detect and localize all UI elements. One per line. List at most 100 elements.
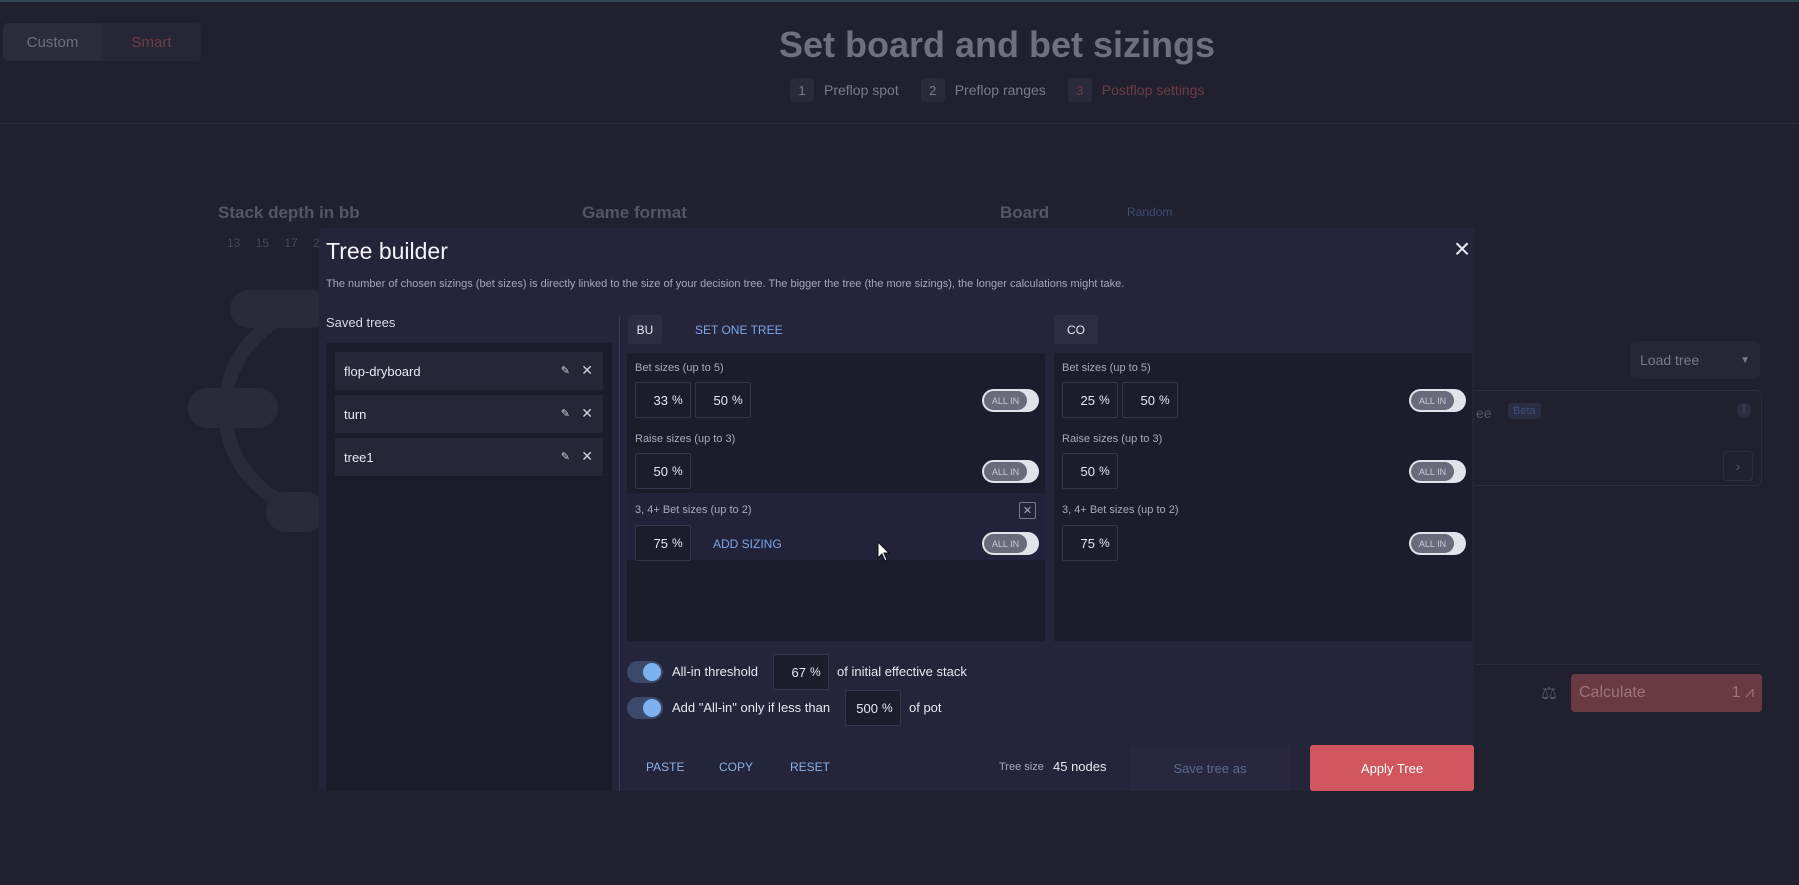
percent-sign: % [1099, 536, 1110, 550]
saved-tree-item[interactable]: flop-dryboard ✎ ✕ [335, 352, 603, 390]
saved-tree-name: turn [344, 406, 367, 422]
board-label: Board [1000, 203, 1050, 222]
saved-tree-item[interactable]: tree1 ✎ ✕ [335, 438, 603, 476]
tree-card: ee Beta i › [1470, 390, 1762, 486]
allin-toggle[interactable]: ALL IN [1409, 460, 1466, 483]
info-icon[interactable]: i [1737, 403, 1751, 417]
bu-sizing-column: Bet sizes (up to 5) 33% 50% ALL IN Raise… [627, 353, 1045, 641]
remove-sizing-icon[interactable]: ✕ [1019, 502, 1036, 519]
allin-toggle[interactable]: ALL IN [982, 389, 1039, 412]
allin-threshold-value: 67 [791, 664, 806, 680]
switch-knob [643, 699, 661, 717]
step-number: 2 [920, 78, 945, 102]
calculator-icon: ⚖ [1541, 683, 1558, 703]
apply-tree-button[interactable]: Apply Tree [1310, 745, 1474, 791]
paste-button[interactable]: PASTE [646, 760, 684, 774]
delete-icon[interactable]: ✕ [581, 362, 593, 379]
stack-depth-label: Stack depth in bb [218, 203, 360, 222]
raise-size-input[interactable]: 50% [635, 453, 691, 489]
edit-pencil-icon[interactable]: ✎ [561, 450, 570, 463]
three-bet-size-value: 75 [653, 535, 668, 551]
three-bet-size-input[interactable]: 75% [1062, 525, 1118, 561]
allin-toggle-label: ALL IN [1411, 534, 1454, 553]
load-tree-label: Load tree [1640, 352, 1700, 368]
bet-size-input[interactable]: 50% [695, 382, 751, 418]
saved-tree-name: tree1 [344, 449, 374, 465]
save-tree-as-button[interactable]: Save tree as [1129, 745, 1291, 791]
panel-divider [619, 316, 620, 791]
saved-tree-item[interactable]: turn ✎ ✕ [335, 395, 603, 433]
random-board-link[interactable]: Random [1127, 205, 1172, 219]
allin-toggle[interactable]: ALL IN [1409, 389, 1466, 412]
bet-size-input[interactable]: 25% [1062, 382, 1118, 418]
allin-toggle-label: ALL IN [984, 462, 1027, 481]
add-sizing-link[interactable]: ADD SIZING [713, 537, 782, 551]
bet-size-input[interactable]: 33% [635, 382, 691, 418]
delete-icon[interactable]: ✕ [581, 448, 593, 465]
calculate-button[interactable]: Calculate 1 ⩘ [1571, 674, 1762, 712]
page-title: Set board and bet sizings [778, 24, 1216, 65]
saved-trees-heading: Saved trees [326, 315, 396, 330]
copy-button[interactable]: COPY [719, 760, 753, 774]
step-label: Preflop ranges [954, 82, 1046, 98]
calculate-label: Calculate [1579, 684, 1646, 701]
percent-sign: % [1099, 393, 1110, 407]
load-tree-select[interactable]: Load tree ▼ [1630, 341, 1760, 379]
raise-size-input[interactable]: 50% [1062, 453, 1118, 489]
bet-size-value: 33 [653, 392, 668, 408]
step-1[interactable]: 1 Preflop spot [790, 78, 899, 102]
bg-pill [188, 388, 278, 428]
allin-threshold-input[interactable]: 67% [773, 654, 829, 690]
bet-sizes-label: Bet sizes (up to 5) [1062, 362, 1151, 374]
saved-tree-name: flop-dryboard [344, 363, 421, 379]
allin-toggle[interactable]: ALL IN [982, 460, 1039, 483]
close-icon[interactable]: × [1450, 235, 1474, 263]
modal-title: Tree builder [326, 238, 448, 264]
percent-sign: % [732, 393, 743, 407]
bg-pill [266, 492, 326, 532]
percent-sign: % [1159, 393, 1170, 407]
reset-button[interactable]: RESET [790, 760, 830, 774]
set-one-tree-link[interactable]: SET ONE TREE [695, 323, 783, 337]
step-indicator: 1 Preflop spot 2 Preflop ranges 3 Postfl… [790, 78, 1205, 102]
modal-description: The number of chosen sizings (bet sizes)… [326, 278, 1125, 290]
step-3[interactable]: 3 Postflop settings [1067, 78, 1205, 102]
tree-size-label: Tree size [999, 761, 1044, 773]
allin-only-value: 500 [856, 700, 878, 716]
three-bet-sizes-label: 3, 4+ Bet sizes (up to 2) [635, 504, 752, 516]
allin-only-input[interactable]: 500% [845, 690, 901, 726]
allin-toggle[interactable]: ALL IN [982, 532, 1039, 555]
allin-toggle[interactable]: ALL IN [1409, 532, 1466, 555]
chevron-right-icon[interactable]: › [1723, 451, 1753, 481]
allin-threshold-label: All-in threshold [672, 664, 758, 679]
allin-toggle-label: ALL IN [1411, 462, 1454, 481]
three-bet-size-input[interactable]: 75% [635, 525, 691, 561]
co-sizing-column: Bet sizes (up to 5) 25% 50% ALL IN Raise… [1054, 353, 1472, 641]
tree-size-value: 45 nodes [1053, 759, 1107, 774]
allin-toggle-label: ALL IN [1411, 391, 1454, 410]
position-button-co[interactable]: CO [1054, 315, 1098, 344]
bet-size-input[interactable]: 50% [1122, 382, 1178, 418]
allin-toggle-label: ALL IN [984, 391, 1027, 410]
delete-icon[interactable]: ✕ [581, 405, 593, 422]
edit-pencil-icon[interactable]: ✎ [561, 407, 570, 420]
edit-pencil-icon[interactable]: ✎ [561, 364, 570, 377]
chevron-down-icon: ▼ [1740, 354, 1750, 366]
step-number: 1 [790, 78, 814, 102]
three-bet-sizes-label: 3, 4+ Bet sizes (up to 2) [1062, 504, 1179, 516]
allin-only-switch[interactable] [627, 697, 663, 719]
raise-sizes-label: Raise sizes (up to 3) [635, 433, 736, 445]
percent-sign: % [672, 393, 683, 407]
step-2[interactable]: 2 Preflop ranges [920, 78, 1046, 102]
bet-sizes-label: Bet sizes (up to 5) [635, 362, 724, 374]
allin-threshold-suffix: of initial effective stack [837, 664, 967, 679]
calculate-count: 1 ⩘ [1731, 684, 1754, 701]
saved-trees-panel: flop-dryboard ✎ ✕ turn ✎ ✕ tree1 ✎ ✕ [326, 343, 612, 791]
percent-sign: % [672, 536, 683, 550]
allin-only-label: Add "All-in" only if less than [672, 700, 831, 715]
position-button-bu[interactable]: BU [628, 315, 662, 344]
allin-toggle-label: ALL IN [984, 534, 1027, 553]
header-divider [0, 123, 1799, 124]
step-label: Postflop settings [1101, 82, 1205, 98]
allin-threshold-switch[interactable] [627, 661, 663, 683]
